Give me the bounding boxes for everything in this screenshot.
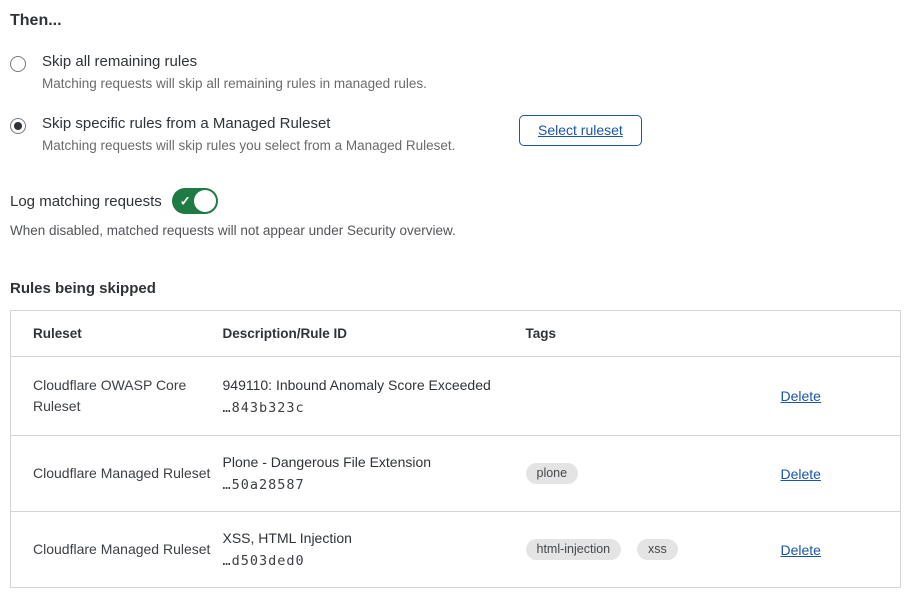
option-skip-specific-rules[interactable]: Skip specific rules from a Managed Rules… [10,115,901,155]
ruleset-name: Cloudflare OWASP Core Ruleset [33,375,213,417]
column-header-actions [781,311,901,357]
radio-unselected-icon[interactable] [10,56,26,72]
table-row: Cloudflare Managed Ruleset Plone - Dange… [11,436,901,512]
table-row: Cloudflare Managed Ruleset XSS, HTML Inj… [11,512,901,588]
rule-id: …843b323c [223,400,516,416]
rule-action-panel: Then... Skip all remaining rules Matchin… [0,0,911,588]
table-row: Cloudflare OWASP Core Ruleset 949110: In… [11,357,901,436]
rule-id: …d503ded0 [223,553,516,569]
delete-link[interactable]: Delete [781,542,821,558]
tag-badge: xss [637,539,678,560]
column-header-tags: Tags [526,311,781,357]
column-header-description: Description/Rule ID [223,311,526,357]
ruleset-name: Cloudflare Managed Ruleset [33,539,213,560]
tags-cell [526,357,781,436]
skipped-rules-table: Ruleset Description/Rule ID Tags Cloudfl… [10,310,901,588]
column-header-ruleset: Ruleset [11,311,223,357]
option-text-block: Skip specific rules from a Managed Rules… [42,115,455,155]
checkmark-icon: ✓ [180,195,191,208]
option-label[interactable]: Skip specific rules from a Managed Rules… [42,115,455,132]
tag-badge: plone [526,463,579,484]
log-matching-label: Log matching requests [10,193,162,210]
radio-selected-icon[interactable] [10,118,26,134]
rule-description: Plone - Dangerous File Extension [223,454,516,470]
tags-cell: plone [526,436,781,512]
rule-description: XSS, HTML Injection [223,530,516,546]
option-description: Matching requests will skip all remainin… [42,75,427,93]
delete-link[interactable]: Delete [781,388,821,404]
action-options-group: Skip all remaining rules Matching reques… [10,53,901,155]
select-ruleset-button[interactable]: Select ruleset [519,115,642,146]
option-skip-all-rules[interactable]: Skip all remaining rules Matching reques… [10,53,901,93]
option-text-block: Skip all remaining rules Matching reques… [42,53,427,93]
log-toggle-description: When disabled, matched requests will not… [10,223,901,238]
rule-description: 949110: Inbound Anomaly Score Exceeded [223,377,516,393]
log-toggle-switch[interactable]: ✓ [172,188,218,214]
tags-cell: html-injection xss [526,512,781,588]
table-header-row: Ruleset Description/Rule ID Tags [11,311,901,357]
log-toggle-row: Log matching requests ✓ [10,188,901,214]
log-matching-section: Log matching requests ✓ When disabled, m… [10,188,901,238]
tag-badge: html-injection [526,539,622,560]
then-heading: Then... [10,12,901,30]
option-description: Matching requests will skip rules you se… [42,137,455,155]
delete-link[interactable]: Delete [781,466,821,482]
rules-being-skipped-heading: Rules being skipped [10,280,901,297]
toggle-knob [194,190,216,212]
option-label[interactable]: Skip all remaining rules [42,53,427,70]
ruleset-name: Cloudflare Managed Ruleset [33,463,213,484]
rule-id: …50a28587 [223,477,516,493]
